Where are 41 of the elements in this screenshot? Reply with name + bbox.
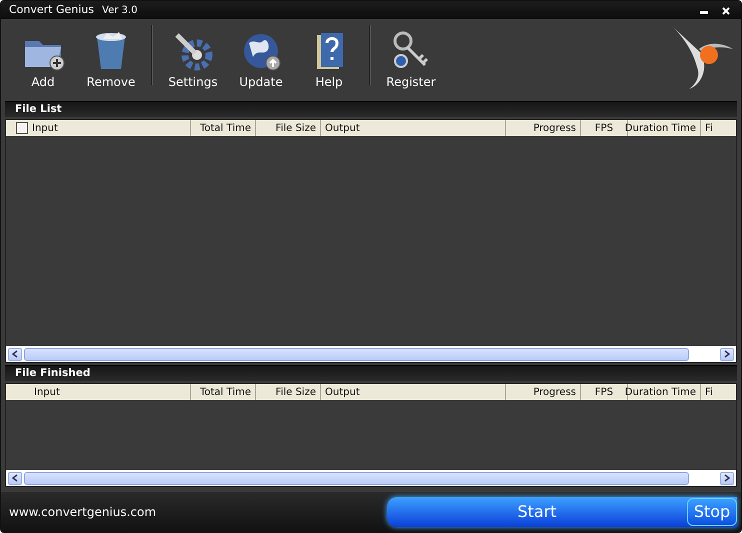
chevron-right-icon	[724, 474, 730, 482]
website-link[interactable]: www.convertgenius.com	[9, 503, 156, 521]
select-all-checkbox[interactable]	[16, 122, 28, 134]
remove-button[interactable]: Remove	[77, 29, 145, 91]
column-header[interactable]: Fi	[705, 120, 713, 136]
close-icon	[722, 6, 730, 15]
scrollbar-thumb[interactable]	[24, 348, 689, 360]
chevron-left-icon	[12, 350, 18, 358]
column-header[interactable]: Output	[325, 120, 360, 136]
column-header[interactable]: Total Time	[200, 384, 251, 400]
start-button[interactable]: Start	[387, 497, 687, 527]
column-header[interactable]: File Size	[276, 384, 316, 400]
section-title: File Finished	[5, 365, 737, 381]
scroll-right-button[interactable]	[720, 472, 734, 484]
chevron-left-icon	[12, 474, 18, 482]
column-header[interactable]: Progress	[533, 384, 576, 400]
version-label: Ver 3.0	[102, 4, 138, 18]
column-header[interactable]: Duration Time	[624, 384, 696, 400]
scroll-left-button[interactable]	[8, 348, 22, 360]
column-header[interactable]: Output	[325, 384, 360, 400]
add-button[interactable]: Add	[9, 29, 77, 91]
column-header[interactable]: FPS	[594, 120, 614, 136]
settings-button[interactable]: Settings	[159, 29, 227, 91]
scrollbar-thumb[interactable]	[24, 472, 689, 484]
section-title: File List	[5, 101, 737, 117]
update-button[interactable]: Update	[227, 29, 295, 91]
register-button[interactable]: Register	[377, 29, 445, 91]
chevron-right-icon	[724, 350, 730, 358]
column-header[interactable]: FPS	[594, 384, 614, 400]
column-header[interactable]: Progress	[533, 120, 576, 136]
column-header[interactable]: Input	[32, 120, 58, 136]
column-header[interactable]: File Size	[276, 120, 316, 136]
help-button[interactable]: Help	[295, 29, 363, 91]
column-header[interactable]: Input	[34, 384, 60, 400]
window-title: Convert Genius	[9, 2, 94, 18]
scroll-left-button[interactable]	[8, 472, 22, 484]
column-header[interactable]: Duration Time	[624, 120, 696, 136]
scroll-right-button[interactable]	[720, 348, 734, 360]
column-header[interactable]: Fi	[705, 384, 713, 400]
stop-button[interactable]: Stop	[687, 498, 737, 526]
column-header[interactable]: Total Time	[200, 120, 251, 136]
